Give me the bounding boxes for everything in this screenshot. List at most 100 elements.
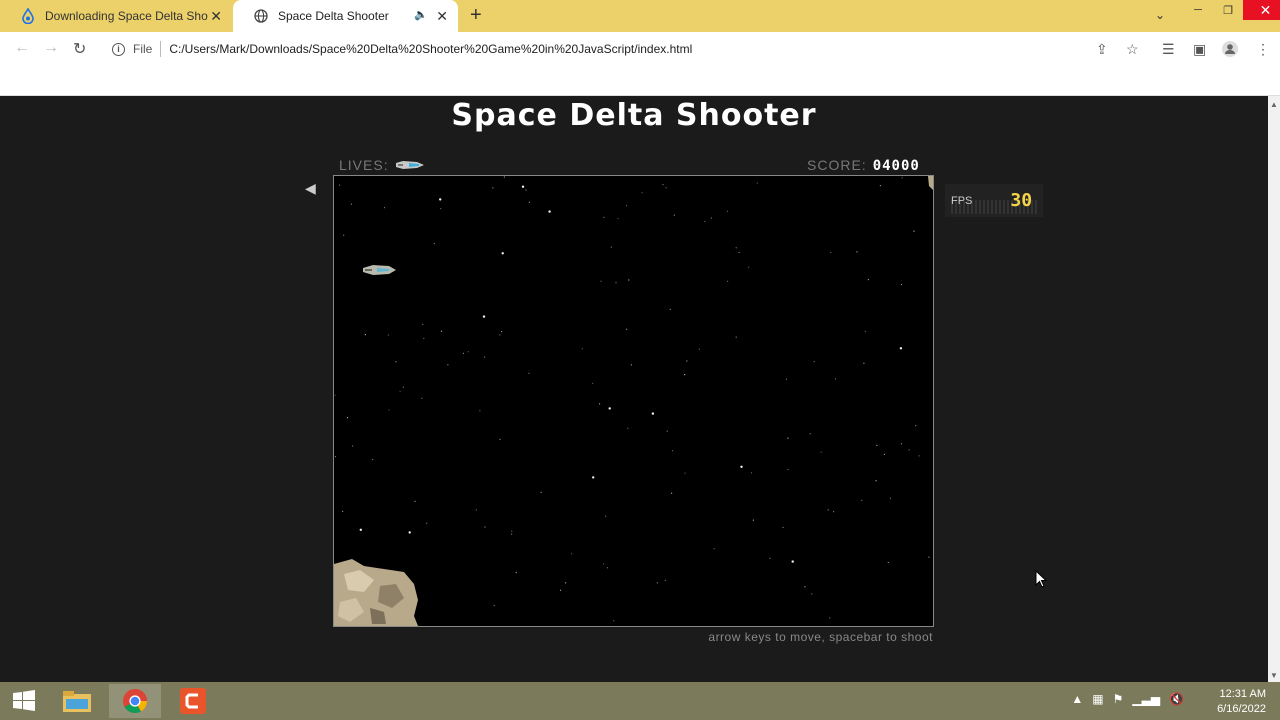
star [913, 230, 915, 232]
side-panel-icon[interactable]: ▣ [1193, 41, 1206, 58]
lives-display: LIVES: [339, 157, 425, 173]
sound-toggle-icon[interactable]: ◀ [305, 180, 316, 197]
clock-time: 12:31 AM [1219, 688, 1266, 700]
star [830, 252, 832, 254]
tray-app-icon[interactable]: ▦ [1092, 692, 1103, 706]
menu-kebab-icon[interactable]: ⋮ [1256, 41, 1270, 58]
star [615, 282, 617, 284]
star [834, 378, 837, 380]
star [440, 330, 443, 332]
star [662, 183, 664, 186]
share-icon[interactable]: ⇪ [1096, 41, 1108, 58]
star [787, 437, 789, 439]
new-tab-icon[interactable]: + [470, 4, 482, 27]
star [433, 242, 435, 245]
address-bar[interactable]: i File C:/Users/Mark/Downloads/Space%20D… [103, 36, 1148, 62]
star [918, 455, 920, 457]
star [628, 279, 630, 281]
bookmark-star-icon[interactable]: ☆ [1126, 41, 1139, 58]
star [626, 328, 628, 330]
star [581, 348, 583, 350]
star [879, 185, 882, 187]
restore-icon[interactable]: ❐ [1213, 0, 1243, 20]
star [426, 522, 428, 524]
scroll-up-icon[interactable]: ▲ [1270, 100, 1278, 109]
star [738, 251, 740, 254]
reading-list-icon[interactable]: ☰ [1162, 41, 1175, 58]
clock-date: 6/16/2022 [1217, 703, 1266, 715]
star [511, 533, 513, 535]
scroll-down-icon[interactable]: ▼ [1270, 671, 1278, 680]
tab-downloading[interactable]: Downloading Space Delta Shooter ✕ [0, 0, 232, 32]
starfield [334, 176, 933, 626]
vertical-scrollbar[interactable]: ▲ ▼ [1268, 96, 1280, 682]
tab-space-delta-shooter[interactable]: Space Delta Shooter 🔈 ✕ [233, 0, 458, 32]
star [900, 283, 903, 286]
globe-icon [253, 8, 269, 24]
star [346, 417, 349, 419]
chrome-icon[interactable] [109, 684, 161, 718]
star [605, 515, 607, 517]
url-text: C:/Users/Mark/Downloads/Space%20Delta%20… [169, 42, 693, 56]
chevron-down-icon[interactable]: ⌄ [1155, 8, 1165, 22]
star [756, 182, 758, 184]
close-window-icon[interactable]: ✕ [1243, 0, 1280, 20]
profile-avatar-icon[interactable] [1222, 41, 1238, 60]
speaker-icon[interactable]: 🔈 [414, 8, 428, 21]
game-canvas[interactable] [333, 175, 934, 627]
star [521, 185, 525, 188]
star [698, 348, 700, 350]
start-icon[interactable] [0, 684, 48, 718]
tray-overflow-icon[interactable]: ▲ [1071, 692, 1083, 706]
forward-icon[interactable]: → [43, 39, 59, 57]
scheme-label: File [133, 42, 153, 56]
volume-muted-icon[interactable]: 🔇 [1169, 692, 1184, 706]
file-explorer-icon[interactable] [51, 684, 103, 718]
camtasia-icon[interactable] [167, 684, 219, 718]
star [710, 217, 712, 219]
star [813, 361, 815, 363]
star [492, 187, 494, 189]
browser-toolbar: ← → ↻ i File C:/Users/Mark/Downloads/Spa… [0, 32, 1280, 66]
star [388, 409, 390, 411]
minimize-icon[interactable]: ─ [1183, 0, 1213, 20]
fps-label: FPS [951, 194, 973, 207]
player-ship [363, 265, 396, 275]
star [559, 589, 562, 591]
star [342, 510, 344, 512]
star [511, 530, 513, 532]
star [867, 279, 870, 281]
asteroid [334, 559, 418, 626]
window-controls: ─ ❐ ✕ [1183, 0, 1280, 32]
star [804, 586, 806, 588]
star [664, 579, 666, 581]
star [726, 210, 729, 212]
star [484, 526, 486, 528]
star [785, 378, 788, 380]
divider [160, 41, 162, 57]
score-value: 04000 [872, 158, 920, 174]
star [462, 352, 464, 354]
star [928, 556, 930, 558]
controls-hint: arrow keys to move, spacebar to shoot [708, 630, 933, 644]
fps-value: 30 [1010, 190, 1033, 211]
mouse-cursor-icon [1035, 570, 1047, 588]
star [479, 410, 481, 412]
close-tab-icon[interactable]: ✕ [210, 8, 222, 25]
action-center-flag-icon[interactable]: ⚑ [1113, 692, 1124, 706]
star [883, 453, 886, 455]
back-icon[interactable]: ← [14, 39, 30, 57]
taskbar-clock[interactable]: 12:31 AM 6/16/2022 [1217, 687, 1266, 717]
network-icon[interactable]: ▁▃▅ [1132, 692, 1160, 706]
star [889, 497, 892, 499]
star [440, 208, 442, 210]
star [876, 444, 878, 446]
star [782, 526, 784, 529]
close-tab-icon[interactable]: ✕ [436, 8, 448, 25]
star [408, 531, 411, 534]
star [686, 360, 688, 362]
reload-icon[interactable]: ↻ [73, 39, 86, 59]
info-icon[interactable]: i [112, 42, 125, 56]
star [617, 217, 619, 220]
star [352, 445, 354, 447]
